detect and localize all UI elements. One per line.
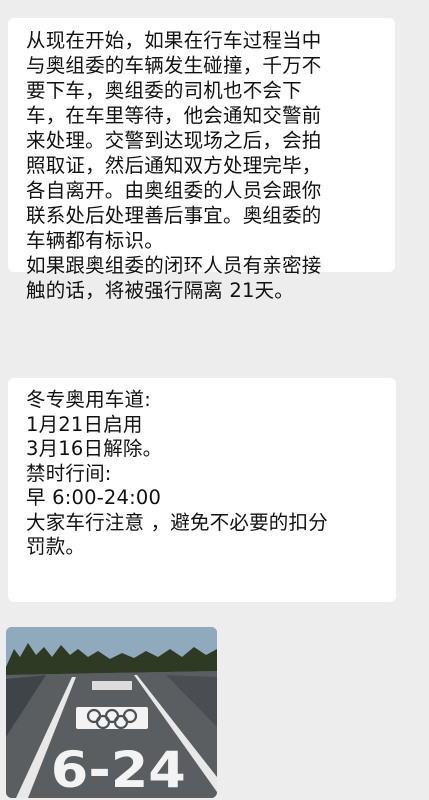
- message-line: 早 6:00-24:00: [26, 486, 162, 509]
- message-line: 联系处后处理善后事宜。奥组委的: [26, 204, 322, 227]
- message-line: 如果跟奥组委的闭环人员有亲密接: [26, 254, 322, 277]
- message-line: 禁时行间:: [26, 461, 112, 485]
- message-bubble-2[interactable]: 冬专奥用车道: 1月21日启用 3月16日解除。 禁时行间: 早 6:00-24…: [8, 378, 396, 602]
- distant-marking: [92, 681, 132, 690]
- message-line: 大家车行注意 ，避免不必要的扣分: [26, 510, 328, 534]
- message-line: 照取证，然后通知双方处理完毕，: [26, 154, 322, 177]
- message-line: 车辆都有标识。: [26, 229, 164, 252]
- message-line: 车，在车里等待，他会通知交警前: [26, 104, 322, 127]
- message-line: 罚款。: [26, 535, 86, 558]
- message-line: 3月16日解除。: [26, 437, 163, 460]
- message-line: 冬专奥用车道:: [26, 388, 151, 411]
- message-bubble-1[interactable]: 从现在开始，如果在行车过程当中 与奥组委的车辆发生碰撞，千万不 要下车，奥组委的…: [8, 18, 395, 302]
- message-line: 从现在开始，如果在行车过程当中: [26, 29, 322, 52]
- message-line: 要下车，奥组委的司机也不会下: [26, 79, 302, 102]
- image-message[interactable]: 6-24: [6, 627, 217, 798]
- road-marking-text: 6-24: [51, 742, 186, 798]
- message-line: 1月21日启用: [26, 412, 143, 436]
- message-line: 与奥组委的车辆发生碰撞，千万不: [26, 54, 322, 77]
- road-lane-photo: 6-24: [6, 627, 217, 798]
- message-line: 触的话，将被强行隔离 21天。: [26, 279, 295, 302]
- message-line: 各自离开。由奥组委的人员会跟你: [26, 179, 322, 202]
- message-line: 来处理。交警到达现场之后，会拍: [26, 129, 322, 152]
